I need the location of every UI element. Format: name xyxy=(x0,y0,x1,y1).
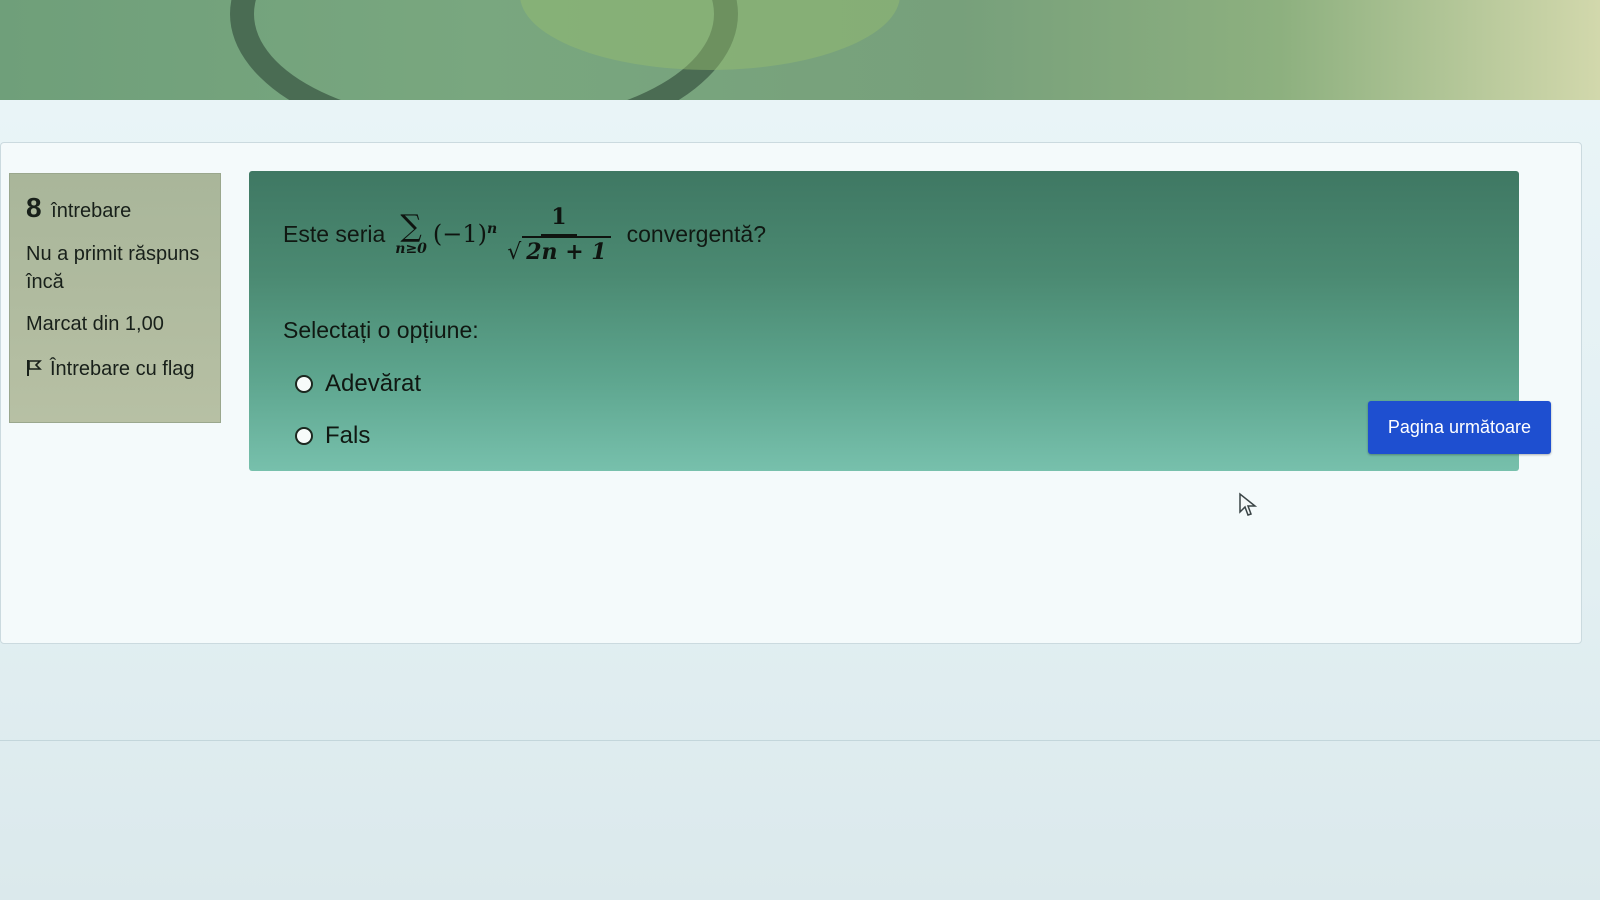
sum-operator: ∑ n≥0 xyxy=(395,209,427,257)
header-background xyxy=(0,0,1600,110)
next-page-button[interactable]: Pagina următoare xyxy=(1367,401,1551,454)
question-text: Este seria ∑ n≥0 (−1)n 1 √ 2n + 1 converg… xyxy=(283,193,1485,275)
fraction-denominator: √ 2n + 1 xyxy=(507,235,611,265)
question-content: Este seria ∑ n≥0 (−1)n 1 √ 2n + 1 converg… xyxy=(249,171,1519,471)
question-number: 8 întrebare xyxy=(26,192,204,224)
question-prefix: Este seria xyxy=(283,220,386,247)
mouse-cursor-icon xyxy=(1239,492,1258,516)
radio-button[interactable] xyxy=(295,427,313,445)
divider xyxy=(0,740,1600,741)
option-label: Adevărat xyxy=(325,370,422,397)
fraction-term: 1 √ 2n + 1 xyxy=(507,204,611,265)
question-number-label: întrebare xyxy=(51,200,132,222)
question-suffix: convergentă? xyxy=(626,220,767,247)
fraction-numerator: 1 xyxy=(541,204,577,236)
sign-base: (−1) xyxy=(432,220,488,248)
question-number-value: 8 xyxy=(26,192,42,223)
radicand: 2n + 1 xyxy=(522,235,611,265)
sum-subscript: n≥0 xyxy=(395,241,427,257)
radio-button[interactable] xyxy=(295,375,313,393)
flag-question-label: Întrebare cu flag xyxy=(50,358,195,380)
quiz-page: 8 întrebare Nu a primit răspuns încă Mar… xyxy=(0,100,1600,900)
question-status: Nu a primit răspuns încă xyxy=(26,243,200,293)
question-info-panel: 8 întrebare Nu a primit răspuns încă Mar… xyxy=(9,173,221,423)
sigma-symbol: ∑ xyxy=(400,209,422,244)
quiz-question-card: 8 întrebare Nu a primit răspuns încă Mar… xyxy=(0,142,1582,644)
answer-options: Adevărat Fals xyxy=(283,358,1485,462)
option-label: Fals xyxy=(325,422,371,449)
series-formula: ∑ n≥0 (−1)n 1 √ 2n + 1 xyxy=(395,204,616,265)
option-adevarat[interactable]: Adevărat xyxy=(283,358,1485,410)
sign-exponent: n xyxy=(487,221,498,237)
sign-term: (−1)n xyxy=(433,220,497,248)
option-fals[interactable]: Fals xyxy=(283,410,1485,462)
radical-symbol: √ xyxy=(507,239,522,265)
flag-question-toggle[interactable]: Întrebare cu flag xyxy=(26,352,204,386)
select-option-prompt: Selectați o opțiune: xyxy=(283,317,479,343)
flag-icon xyxy=(26,354,42,376)
question-marks: Marcat din 1,00 xyxy=(26,313,164,335)
